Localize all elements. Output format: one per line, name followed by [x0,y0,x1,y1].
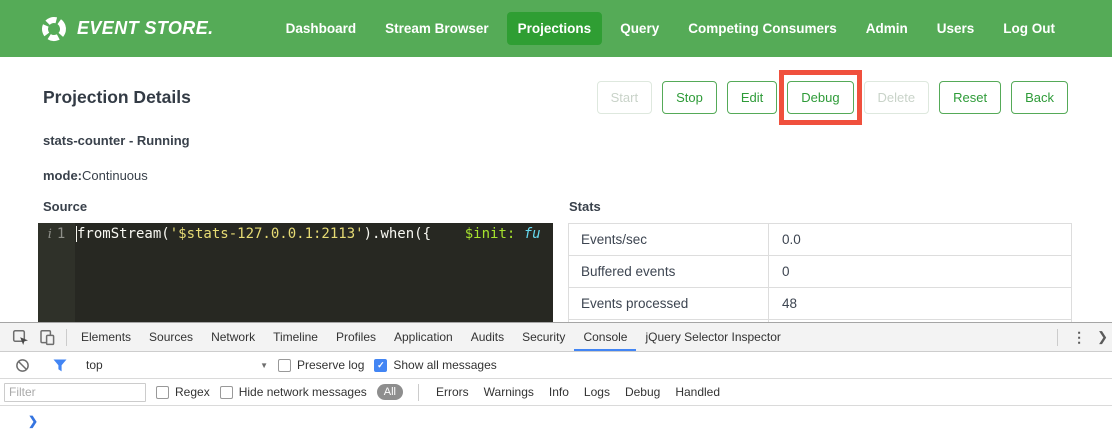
page-title: Projection Details [43,87,191,108]
tab-jquery-selector-inspector[interactable]: jQuery Selector Inspector [636,323,789,351]
nav-item-query[interactable]: Query [609,12,670,45]
brand-text: EVENT STORE. [77,18,214,39]
nav-item-competing-consumers[interactable]: Competing Consumers [677,12,848,45]
mode-value: Continuous [82,168,148,183]
console-prompt-icon: ❯ [28,414,38,428]
hide-network-messages-label: Hide network messages [239,385,367,399]
code-plain: fromStream( [77,226,170,242]
filter-level-handled[interactable]: Handled [675,385,720,399]
tab-audits[interactable]: Audits [462,323,513,351]
code-whitespace [431,226,465,242]
separator [66,329,67,346]
stop-button[interactable]: Stop [662,81,717,114]
stats-label: Stats [569,199,1072,214]
tab-console[interactable]: Console [574,323,636,351]
tab-network[interactable]: Network [202,323,264,351]
chevron-down-icon: ▼ [260,361,268,370]
filter-all-badge[interactable]: All [377,384,403,400]
projection-mode: mode:Continuous [43,168,1069,183]
checkbox-unchecked [156,386,169,399]
table-row: Buffered events 0 [569,256,1071,288]
devtools-panel: Elements Sources Network Timeline Profil… [0,322,1112,440]
device-toolbar-icon[interactable] [34,325,61,350]
filter-levels: Errors Warnings Info Logs Debug Handled [436,385,720,399]
code-string: '$stats-127.0.0.1:2113' [170,226,364,242]
top-navbar: EVENT STORE. Dashboard Stream Browser Pr… [0,0,1112,57]
close-icon[interactable]: ❯ [1095,329,1110,345]
separator [1057,329,1058,346]
regex-label: Regex [175,385,210,399]
show-all-messages-checkbox[interactable]: ✓ Show all messages [374,358,496,372]
start-button[interactable]: Start [597,81,652,114]
filter-icon[interactable] [46,353,73,378]
stat-name: Events processed [569,288,769,319]
preserve-log-checkbox[interactable]: Preserve log [278,358,364,372]
delete-button[interactable]: Delete [864,81,930,114]
separator [418,384,419,401]
page-header: Projection Details Start Stop Edit Debug… [43,77,1068,117]
stat-value: 48 [769,288,797,319]
clear-console-icon[interactable] [9,353,36,378]
nav-items: Dashboard Stream Browser Projections Que… [275,12,1066,45]
inspect-element-icon[interactable] [7,325,34,350]
back-button[interactable]: Back [1011,81,1068,114]
tab-profiles[interactable]: Profiles [327,323,385,351]
context-value: top [86,358,103,372]
execution-context-selector[interactable]: top ▼ [86,358,268,372]
nav-item-users[interactable]: Users [926,12,986,45]
code-plain: ).when({ [364,226,431,242]
filter-level-debug[interactable]: Debug [625,385,660,399]
reset-button[interactable]: Reset [939,81,1001,114]
brand-link[interactable]: EVENT STORE. [40,15,214,43]
devtools-menu-icon[interactable]: ⋮ [1063,329,1095,346]
console-filter-bar: Regex Hide network messages All Errors W… [0,379,1112,406]
tab-security[interactable]: Security [513,323,574,351]
devtools-tabbar: Elements Sources Network Timeline Profil… [0,323,1112,352]
nav-item-admin[interactable]: Admin [855,12,919,45]
checkbox-unchecked [220,386,233,399]
annotation-info-icon: i [48,227,52,242]
stat-name: Events/sec [569,224,769,255]
line-number: 1 [57,226,65,242]
tab-timeline[interactable]: Timeline [264,323,327,351]
filter-input[interactable] [4,383,146,402]
console-toolbar: top ▼ Preserve log ✓ Show all messages [0,352,1112,379]
checkbox-checked: ✓ [374,359,387,372]
tab-application[interactable]: Application [385,323,462,351]
tab-sources[interactable]: Sources [140,323,202,351]
devtools-tabs: Elements Sources Network Timeline Profil… [72,323,790,351]
nav-item-logout[interactable]: Log Out [992,12,1066,45]
projection-name-status: stats-counter - Running [43,133,1069,148]
nav-item-dashboard[interactable]: Dashboard [275,12,368,45]
stats-table: Events/sec 0.0 Buffered events 0 Events … [568,223,1072,323]
table-row: Events processed 48 [569,288,1071,320]
code-key: $init: [465,226,516,242]
hide-network-messages-checkbox[interactable]: Hide network messages [220,385,367,399]
stat-value: 0.0 [769,224,801,255]
preserve-log-label: Preserve log [297,358,364,372]
stat-value: 0 [769,256,790,287]
source-label: Source [43,199,553,214]
devtools-tabbar-right: ⋮ ❯ [1052,329,1112,346]
table-row: Events/sec 0.0 [569,224,1071,256]
mode-label: mode: [43,168,82,183]
console-prompt[interactable]: ❯ [0,406,1112,428]
tab-elements[interactable]: Elements [72,323,140,351]
filter-level-logs[interactable]: Logs [584,385,610,399]
checkbox-unchecked [278,359,291,372]
eventstore-logo-icon [40,15,68,43]
filter-level-info[interactable]: Info [549,385,569,399]
regex-checkbox[interactable]: Regex [156,385,210,399]
debug-button[interactable]: Debug [787,81,853,114]
filter-level-errors[interactable]: Errors [436,385,469,399]
projection-actions: Start Stop Edit Debug Delete Reset Back [597,81,1068,114]
code-keyword: fu [515,226,540,242]
show-all-messages-label: Show all messages [393,358,496,372]
nav-item-stream-browser[interactable]: Stream Browser [374,12,500,45]
nav-item-projections[interactable]: Projections [507,12,603,45]
stat-name: Buffered events [569,256,769,287]
filter-level-warnings[interactable]: Warnings [484,385,534,399]
edit-button[interactable]: Edit [727,81,777,114]
